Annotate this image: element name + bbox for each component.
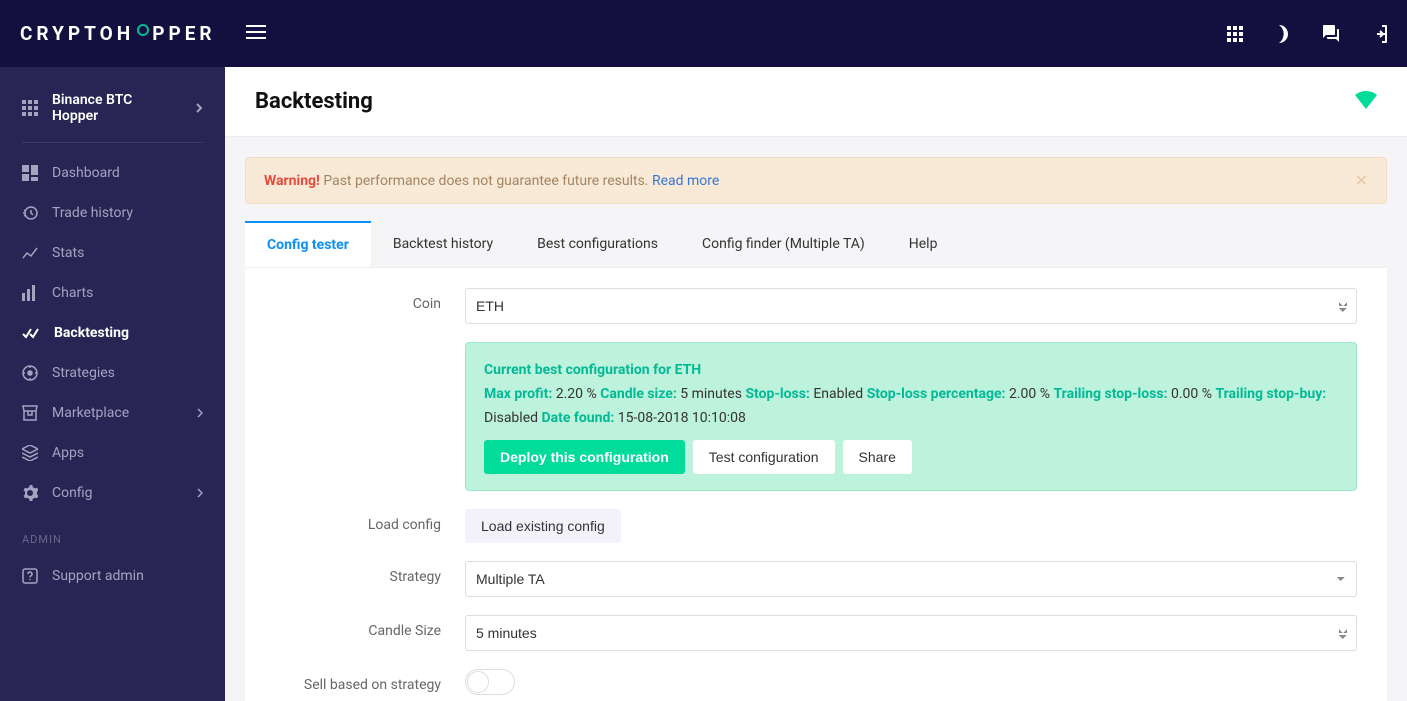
connection-status[interactable] xyxy=(1355,91,1377,113)
strategy-label: Strategy xyxy=(275,561,465,585)
max-profit-label: Max profit: xyxy=(484,386,552,402)
dark-mode-button[interactable] xyxy=(1273,25,1291,43)
candle-size-label: Candle size: xyxy=(600,386,677,402)
stop-loss-pct-value: 2.00 % xyxy=(1006,386,1054,402)
candle-size-value: 5 minutes xyxy=(677,386,746,402)
sidebar-item-backtesting[interactable]: Backtesting xyxy=(0,313,225,353)
strategies-icon xyxy=(22,365,38,381)
main-content: Backtesting Warning! Past performance do… xyxy=(225,67,1407,701)
tab-backtest-history[interactable]: Backtest history xyxy=(371,222,515,267)
max-profit-value: 2.20 % xyxy=(552,386,600,402)
trailing-stop-buy-label: Trailing stop-buy: xyxy=(1215,386,1326,402)
alert-warn-label: Warning! xyxy=(264,173,320,189)
trailing-stop-buy-value: Disabled xyxy=(484,410,542,426)
topbar: CRYPTOHPPER xyxy=(0,0,1407,67)
sidebar-item-config[interactable]: Config xyxy=(0,473,225,513)
hopper-selector[interactable]: Binance BTC Hopper xyxy=(0,82,225,142)
best-config-box: Current best configuration for ETH Max p… xyxy=(465,342,1357,491)
toggle-knob xyxy=(467,671,489,693)
sidebar-item-stats[interactable]: Stats xyxy=(0,233,225,273)
sidebar-item-support-admin[interactable]: Support admin xyxy=(0,556,225,596)
logo[interactable]: CRYPTOHPPER xyxy=(20,22,216,45)
tab-config-finder[interactable]: Config finder (Multiple TA) xyxy=(680,222,887,267)
nav-label: Trade history xyxy=(52,205,133,221)
date-found-value: 15-08-2018 10:10:08 xyxy=(614,410,746,426)
admin-section-header: ADMIN xyxy=(0,513,225,556)
grid-icon xyxy=(1227,26,1243,42)
share-config-button[interactable]: Share xyxy=(843,440,912,474)
tab-help[interactable]: Help xyxy=(887,222,960,267)
charts-icon xyxy=(22,285,38,301)
candle-size-field-label: Candle Size xyxy=(275,615,465,639)
sidebar-item-strategies[interactable]: Strategies xyxy=(0,353,225,393)
alert-text: Past performance does not guarantee futu… xyxy=(320,173,652,189)
backtest-icon xyxy=(22,327,40,339)
menu-toggle-button[interactable] xyxy=(246,25,266,43)
wifi-icon xyxy=(1355,91,1377,109)
hamburger-icon xyxy=(246,25,266,39)
trailing-stop-loss-value: 0.00 % xyxy=(1167,386,1215,402)
divider xyxy=(22,142,203,143)
nav-label: Config xyxy=(52,485,92,501)
load-existing-config-button[interactable]: Load existing config xyxy=(465,509,621,543)
marketplace-icon xyxy=(22,405,38,421)
coin-label: Coin xyxy=(275,288,465,312)
strategy-select[interactable]: Multiple TA xyxy=(465,561,1357,597)
alert-close-button[interactable]: ✕ xyxy=(1355,171,1368,190)
hopper-name: Binance BTC Hopper xyxy=(52,92,181,124)
best-config-title: Current best configuration for ETH xyxy=(484,359,1338,383)
stats-icon xyxy=(22,245,38,261)
sell-strategy-label: Sell based on strategy xyxy=(275,669,465,693)
trailing-stop-loss-label: Trailing stop-loss: xyxy=(1053,386,1167,402)
nav-label: Support admin xyxy=(52,568,144,584)
dashboard-icon xyxy=(22,165,38,181)
chevron-right-icon xyxy=(197,408,203,418)
stop-loss-value: Enabled xyxy=(810,386,867,402)
logout-button[interactable] xyxy=(1369,25,1387,43)
sidebar-item-dashboard[interactable]: Dashboard xyxy=(0,153,225,193)
test-config-button[interactable]: Test configuration xyxy=(693,440,835,474)
sidebar: Binance BTC Hopper Dashboard Trade histo… xyxy=(0,67,225,701)
sidebar-item-charts[interactable]: Charts xyxy=(0,273,225,313)
nav-label: Apps xyxy=(52,445,84,461)
tab-best-configurations[interactable]: Best configurations xyxy=(515,222,680,267)
tab-config-tester[interactable]: Config tester xyxy=(245,221,371,267)
nav-label: Dashboard xyxy=(52,165,120,181)
date-found-label: Date found: xyxy=(542,410,615,426)
chevron-right-icon xyxy=(197,488,203,498)
load-config-label: Load config xyxy=(275,509,465,533)
nav-label: Strategies xyxy=(52,365,115,381)
chat-icon xyxy=(1321,25,1339,43)
warning-alert: Warning! Past performance does not guara… xyxy=(245,157,1387,204)
support-icon xyxy=(22,568,38,584)
sidebar-item-marketplace[interactable]: Marketplace xyxy=(0,393,225,433)
apps-grid-button[interactable] xyxy=(1227,26,1243,42)
stop-loss-label: Stop-loss: xyxy=(745,386,809,402)
messages-button[interactable] xyxy=(1321,25,1339,43)
config-tester-panel: Coin ETH Current best configuration for … xyxy=(245,268,1387,701)
gear-icon xyxy=(22,485,38,501)
chevron-right-icon xyxy=(195,103,203,113)
page-title: Backtesting xyxy=(255,89,373,114)
candle-size-select[interactable]: 5 minutes xyxy=(465,615,1357,651)
apps-icon xyxy=(22,445,38,461)
deploy-config-button[interactable]: Deploy this configuration xyxy=(484,440,685,474)
sidebar-item-apps[interactable]: Apps xyxy=(0,433,225,473)
stop-loss-pct-label: Stop-loss percentage: xyxy=(867,386,1006,402)
history-icon xyxy=(22,205,38,221)
alert-read-more-link[interactable]: Read more xyxy=(652,173,719,189)
nav-label: Charts xyxy=(52,285,93,301)
exit-icon xyxy=(1369,25,1387,43)
nav-label: Backtesting xyxy=(54,325,129,341)
grid-icon xyxy=(22,100,38,116)
page-header: Backtesting xyxy=(225,67,1407,137)
sell-strategy-toggle[interactable] xyxy=(465,669,515,695)
moon-icon xyxy=(1273,25,1291,43)
nav-label: Marketplace xyxy=(52,405,129,421)
sidebar-item-trade-history[interactable]: Trade history xyxy=(0,193,225,233)
nav-label: Stats xyxy=(52,245,84,261)
tabs: Config tester Backtest history Best conf… xyxy=(245,222,1387,268)
coin-select[interactable]: ETH xyxy=(465,288,1357,324)
